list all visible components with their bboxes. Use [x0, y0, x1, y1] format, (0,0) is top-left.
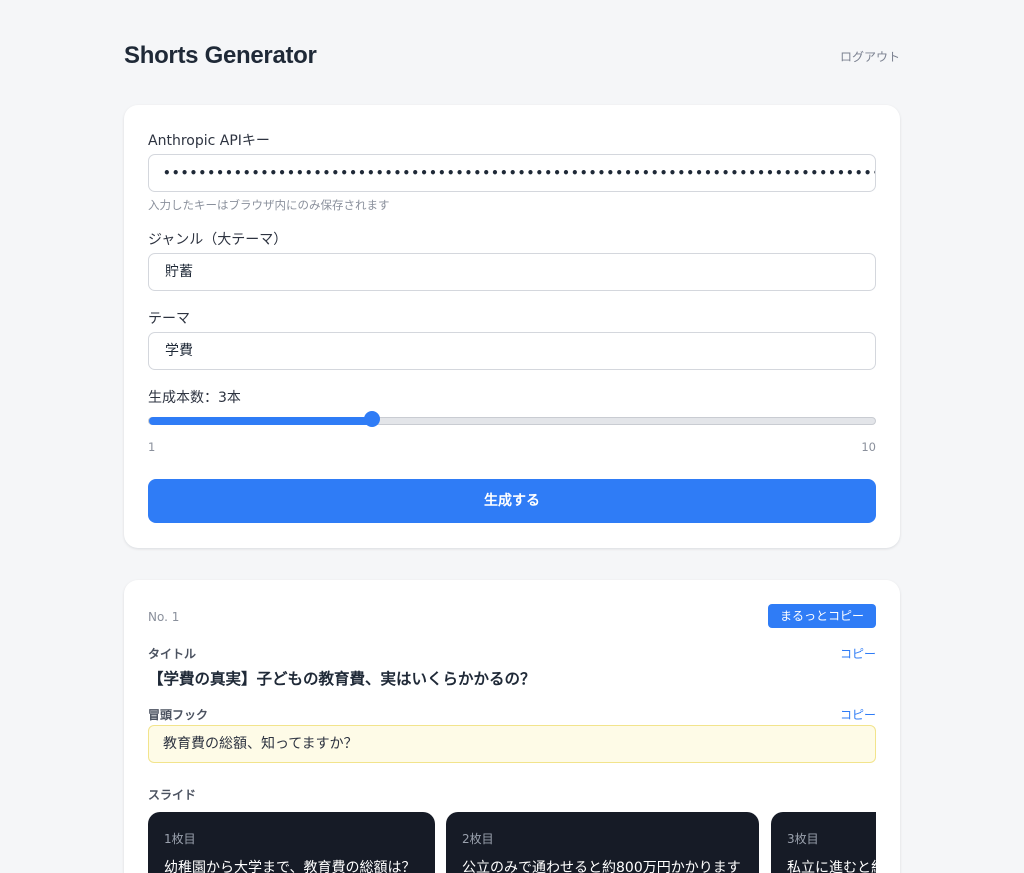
api-key-hint: 入力したキーはブラウザ内にのみ保存されます — [148, 198, 390, 212]
logout-link[interactable]: ログアウト — [840, 48, 900, 65]
hook-section-label: 冒頭フック — [148, 708, 209, 722]
hook-copy-button[interactable]: コピー — [840, 706, 876, 723]
genre-input[interactable]: 貯蓄 — [148, 253, 876, 291]
copy-all-button[interactable]: まるっとコピー — [767, 604, 876, 628]
theme-input[interactable]: 学費 — [148, 332, 876, 370]
title-section-label: タイトル — [148, 647, 197, 661]
slide-number: 2枚目 — [462, 832, 494, 846]
slides-section-label: スライド — [148, 788, 197, 802]
generate-button[interactable]: 生成する — [148, 479, 876, 523]
slide-card: 1枚目 幼稚園から大学まで、教育費の総額は？ — [148, 812, 435, 873]
genre-label: ジャンル（大テーマ） — [148, 232, 288, 248]
count-slider-track[interactable] — [148, 417, 876, 425]
slides-carousel[interactable]: 1枚目 幼稚園から大学まで、教育費の総額は？ 2枚目 公立のみで通わせると約80… — [148, 812, 876, 873]
result-number: No. 1 — [148, 610, 180, 624]
slide-number: 3枚目 — [787, 832, 819, 846]
count-label: 生成本数：3本 — [148, 390, 241, 406]
count-max-label: 10 — [861, 440, 876, 454]
slide-card: 2枚目 公立のみで通わせると約800万円かかります — [446, 812, 759, 873]
result-card: No. 1 まるっとコピー タイトル コピー 【学費の真実】子どもの教育費、実は… — [124, 580, 900, 873]
slide-card: 3枚目 私立に進むと約2000万円以上に — [771, 812, 876, 873]
result-title: 【学費の真実】子どもの教育費、実はいくらかかるの？ — [148, 670, 536, 688]
app-header: Shorts Generator ログアウト — [124, 42, 900, 72]
slide-text: 私立に進むと約2000万円以上に — [787, 860, 876, 873]
count-min-label: 1 — [148, 440, 156, 454]
count-slider-fill — [149, 417, 374, 425]
slide-text: 公立のみで通わせると約800万円かかります — [462, 860, 741, 873]
hook-box: 教育費の総額、知ってますか？ — [148, 725, 876, 763]
generator-form-card: Anthropic APIキー ••••••••••••••••••••••••… — [124, 105, 900, 548]
app-title: Shorts Generator — [124, 42, 317, 69]
slide-text: 幼稚園から大学まで、教育費の総額は？ — [164, 860, 416, 873]
slide-number: 1枚目 — [164, 832, 196, 846]
theme-label: テーマ — [148, 311, 190, 327]
api-key-input[interactable]: ••••••••••••••••••••••••••••••••••••••••… — [148, 154, 876, 192]
api-key-label: Anthropic APIキー — [148, 133, 270, 149]
title-copy-button[interactable]: コピー — [840, 645, 876, 662]
